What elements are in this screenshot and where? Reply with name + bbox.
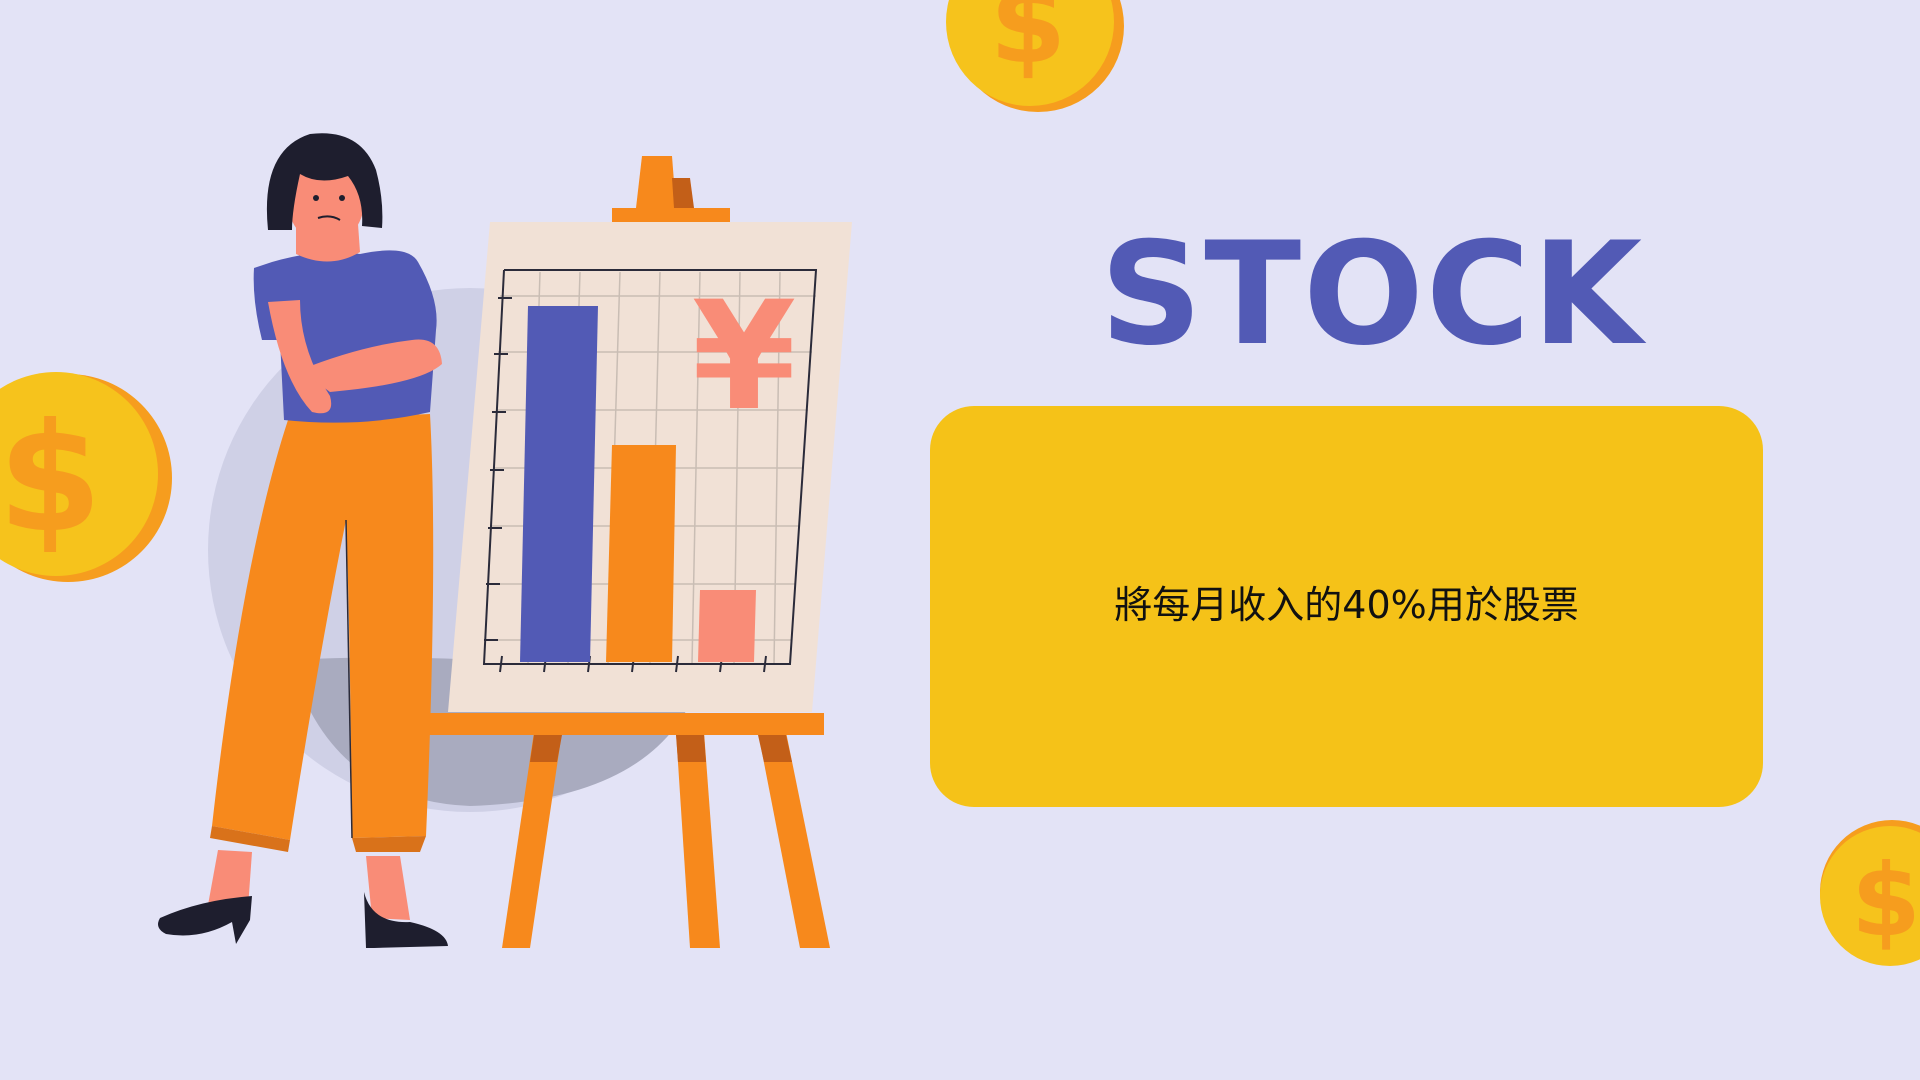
- woman-figure: [158, 133, 448, 948]
- coin-symbol: $: [0, 392, 102, 566]
- page-title: STOCK: [1100, 212, 1645, 377]
- dollar-coin-icon: $: [946, 0, 1124, 112]
- dollar-coin-icon: $: [0, 372, 172, 582]
- info-card-text: 將每月收入的40%用於股票: [1114, 583, 1579, 627]
- coin-symbol: $: [990, 0, 1067, 88]
- coin-symbol: $: [1851, 842, 1920, 959]
- bar-salmon: [698, 590, 756, 662]
- bar-blue: [520, 306, 598, 662]
- slide: $ $ $ ¥ STOCK 將每月收入的40%用於股票: [0, 0, 1920, 1080]
- yen-icon: ¥: [692, 270, 796, 444]
- bar-orange: [606, 445, 676, 662]
- info-card: 將每月收入的40%用於股票: [930, 406, 1763, 807]
- dollar-coin-icon: $: [1820, 820, 1920, 966]
- board: ¥: [448, 222, 852, 712]
